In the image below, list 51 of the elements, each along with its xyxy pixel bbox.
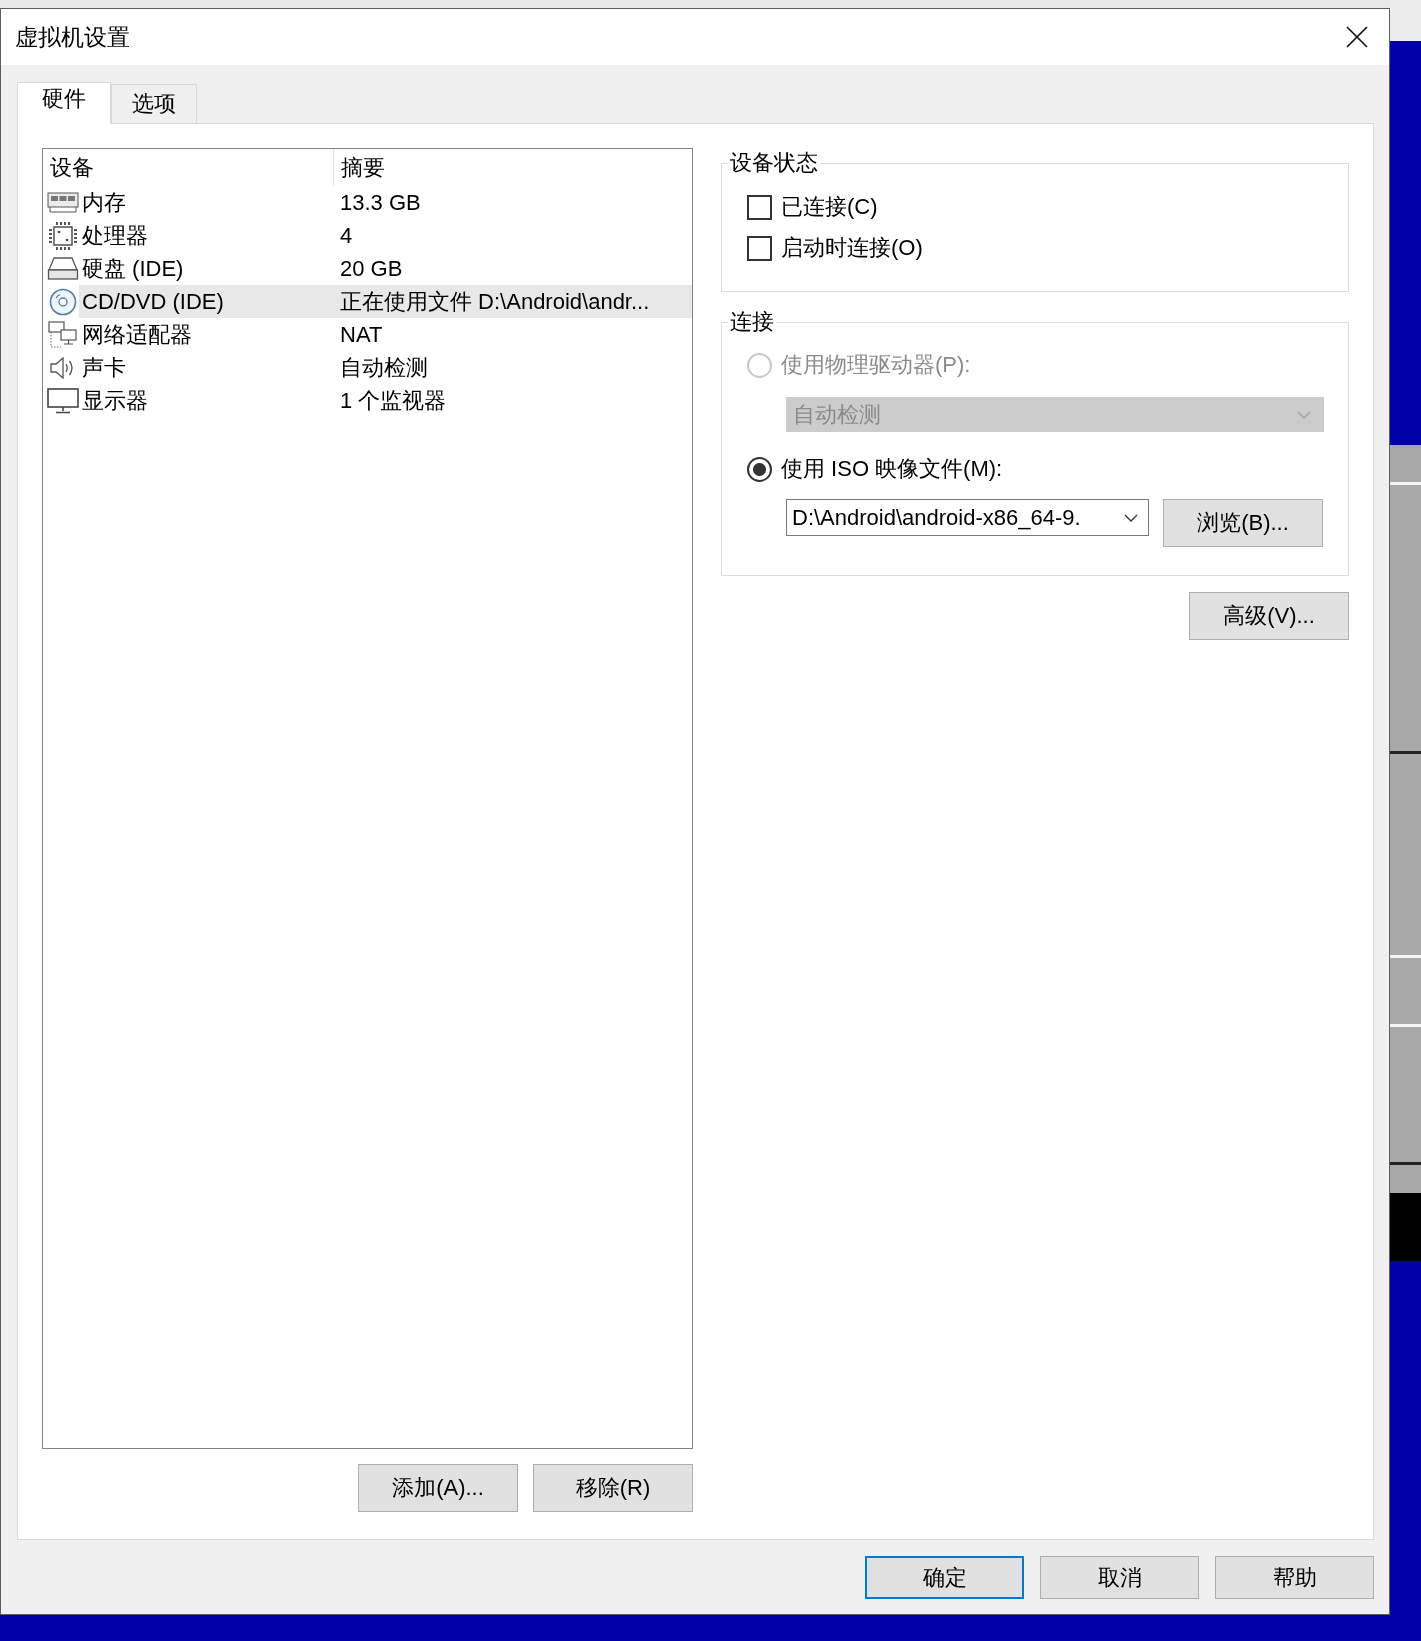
- column-header: 摘要: [333, 149, 692, 186]
- remove-button[interactable]: 移除(R): [533, 1464, 693, 1512]
- path-combobox[interactable]: D:\Android\android-x86_64-9.: [786, 499, 1149, 536]
- group-title: 设备状态: [729, 149, 819, 177]
- device-row[interactable]: 声卡 自动检测: [43, 351, 692, 384]
- column-header: 设备: [49, 154, 95, 182]
- device-name: 声卡: [81, 353, 127, 382]
- device-row[interactable]: 处理器 4: [43, 219, 692, 252]
- device-summary: NAT: [339, 321, 384, 348]
- device-name: CD/DVD (IDE): [81, 288, 225, 315]
- chevron-down-icon: [1297, 410, 1311, 419]
- device-summary: 13.3 GB: [339, 189, 422, 216]
- speaker-icon: [50, 355, 76, 380]
- tab[interactable]: 选项: [111, 84, 197, 123]
- radio-button[interactable]: [747, 456, 772, 482]
- device-name: 显示器: [81, 386, 149, 415]
- hard-drive-icon: [47, 256, 79, 281]
- checkbox-label[interactable]: 启动时连接(O): [781, 233, 923, 263]
- ok-button[interactable]: 确定: [865, 1556, 1024, 1599]
- device-row[interactable]: 显示器 1 个监视器: [43, 384, 692, 417]
- device-name: 内存: [81, 188, 127, 217]
- monitor-icon: [47, 387, 79, 414]
- device-name: 网络适配器: [81, 320, 193, 349]
- checkbox[interactable]: [747, 235, 772, 261]
- device-row[interactable]: 硬盘 (IDE) 20 GB: [43, 252, 692, 285]
- device-summary: 自动检测: [339, 353, 429, 382]
- device-row[interactable]: 网络适配器 NAT: [43, 318, 692, 351]
- close-icon: [1346, 26, 1368, 48]
- device-summary: 4: [339, 222, 354, 249]
- window-title: 虚拟机设置: [14, 22, 130, 52]
- device-row[interactable]: 内存 13.3 GB: [43, 186, 692, 219]
- tab[interactable]: 硬件: [17, 82, 111, 124]
- radio-label[interactable]: 使用 ISO 映像文件(M):: [781, 454, 1003, 484]
- group-title: 连接: [729, 308, 775, 336]
- cancel-button[interactable]: 取消: [1040, 1556, 1199, 1599]
- disc-icon: [49, 287, 77, 316]
- checkbox[interactable]: [747, 194, 772, 220]
- device-name: 硬盘 (IDE): [81, 254, 185, 283]
- memory-module-icon: [47, 191, 79, 214]
- device-summary: 20 GB: [339, 255, 404, 282]
- help-button[interactable]: 帮助: [1215, 1556, 1374, 1599]
- chevron-down-icon: [1124, 513, 1138, 522]
- network-icon: [48, 320, 78, 349]
- checkbox-label[interactable]: 已连接(C): [781, 192, 878, 222]
- browse-button[interactable]: 浏览(B)...: [1163, 499, 1323, 547]
- add-button[interactable]: 添加(A)...: [358, 1464, 518, 1512]
- device-summary: 1 个监视器: [339, 386, 448, 415]
- advanced-button[interactable]: 高级(V)...: [1189, 592, 1349, 640]
- chip-icon: [48, 220, 78, 251]
- device-name: 处理器: [81, 221, 149, 250]
- device-summary: 正在使用文件 D:\Android\andr...: [339, 287, 651, 316]
